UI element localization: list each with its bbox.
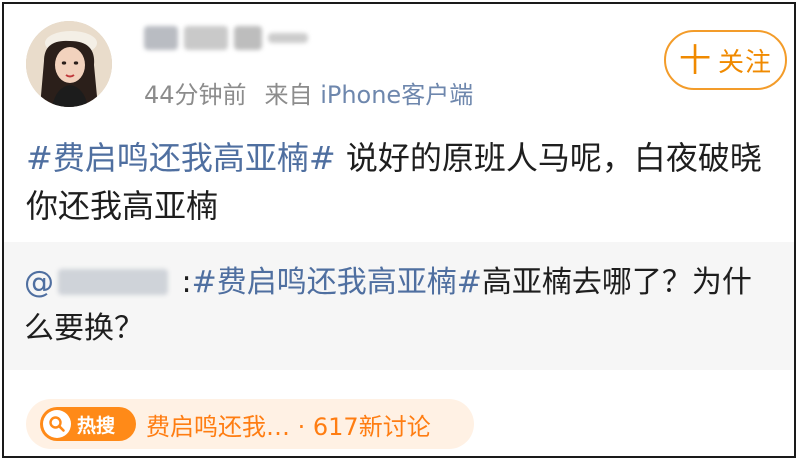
hot-search-text: 费启鸣还我… · 617新讨论 <box>146 412 431 441</box>
hot-search-badge-label: 热搜 <box>77 414 116 437</box>
follow-button[interactable]: 十 关注 <box>664 30 787 90</box>
username-blur-block <box>144 26 178 50</box>
mention-link[interactable]: @ <box>24 265 172 300</box>
magnifier-icon <box>43 410 71 438</box>
mention-separator: : <box>172 265 192 300</box>
weibo-post-card: 44分钟前 来自 iPhone客户端 十 关注 #费启鸣还我高亚楠# 说好的原班人… <box>2 2 796 458</box>
avatar[interactable] <box>26 21 112 107</box>
avatar-illustration <box>26 21 112 107</box>
mention-username-blur <box>58 269 168 295</box>
hot-search-badge: 热搜 <box>40 407 136 441</box>
plus-icon: 十 <box>678 41 712 79</box>
username-blur-block <box>234 26 262 50</box>
hot-search-pill[interactable]: 热搜 费启鸣还我… · 617新讨论 <box>26 399 474 449</box>
username-blur-block <box>268 33 308 43</box>
source-client-link[interactable]: iPhone客户端 <box>320 81 473 109</box>
post-text: #费启鸣还我高亚楠# 说好的原班人马呢，白夜破晓你还我高亚楠 <box>26 134 776 230</box>
quoted-post-text: @ :#费启鸣还我高亚楠#高亚楠去哪了？为什么要换？ <box>24 260 779 352</box>
quote-hashtag[interactable]: #费启鸣还我高亚楠# <box>192 265 482 300</box>
username-blur-block <box>184 26 228 50</box>
follow-label: 关注 <box>718 47 773 78</box>
mention-at: @ <box>24 265 54 300</box>
quoted-post[interactable]: @ :#费启鸣还我高亚楠#高亚楠去哪了？为什么要换？ <box>4 242 794 370</box>
post-hashtag[interactable]: #费启鸣还我高亚楠# <box>26 139 336 177</box>
source-label: 来自 <box>264 81 313 109</box>
username-obscured[interactable] <box>144 26 308 50</box>
post-meta: 44分钟前 来自 iPhone客户端 <box>144 80 473 110</box>
post-time: 44分钟前 <box>144 81 247 109</box>
